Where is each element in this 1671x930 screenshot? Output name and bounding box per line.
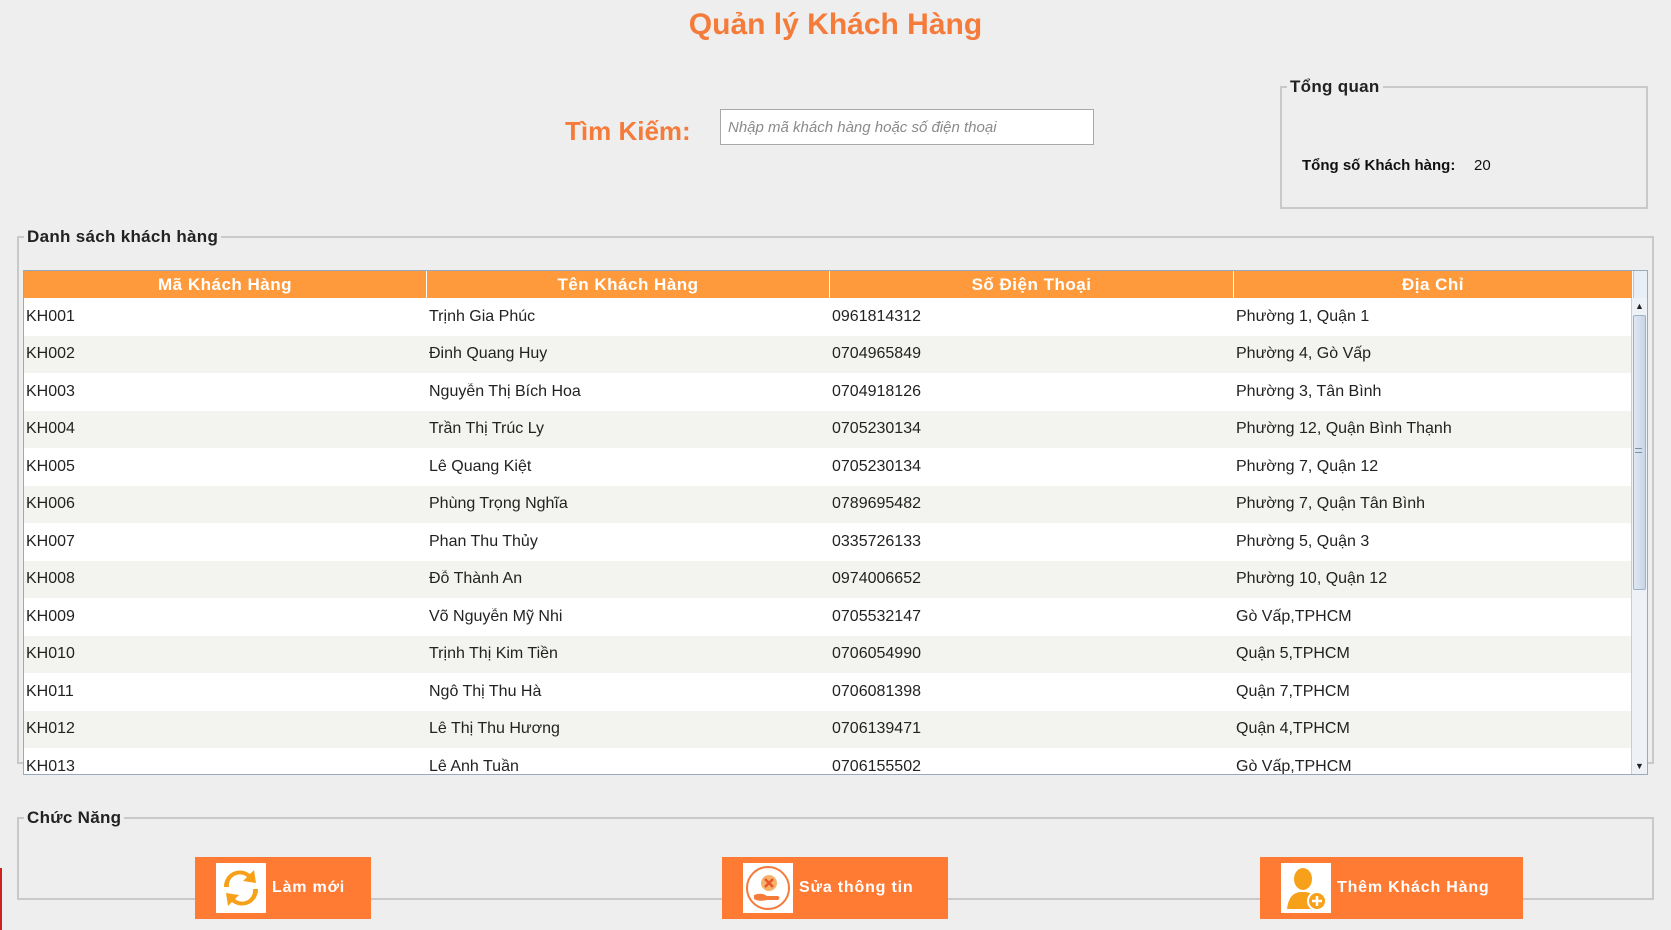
table-row[interactable]: KH013 Lê Anh Tuần 0706155502 Gò Vấp,TPHCM (24, 748, 1647, 775)
scroll-down-icon[interactable]: ▼ (1632, 758, 1647, 774)
cell-address: Phường 3, Tân Bình (1236, 382, 1382, 400)
cell-phone: 0789695482 (832, 495, 921, 513)
refresh-button[interactable]: Làm mới (195, 857, 371, 919)
search-input[interactable] (720, 109, 1094, 145)
cell-id: KH011 (26, 682, 74, 700)
edit-hand-icon (743, 863, 793, 913)
add-customer-button-label: Thêm Khách Hàng (1337, 879, 1490, 896)
cell-name: Võ Nguyễn Mỹ Nhi (429, 607, 563, 625)
cell-phone: 0704965849 (832, 345, 921, 363)
scrollbar-grip-icon (1635, 448, 1642, 453)
refresh-arrows-icon (216, 863, 266, 913)
cell-name: Trịnh Thị Kim Tiền (429, 645, 558, 663)
cell-address: Phường 12, Quận Bình Thạnh (1236, 420, 1452, 438)
cell-address: Phường 7, Quận Tân Bình (1236, 495, 1426, 513)
total-customers-row: Tổng số Khách hàng: 20 (1302, 157, 1491, 174)
cell-address: Phường 10, Quận 12 (1236, 570, 1388, 588)
cell-id: KH013 (26, 757, 75, 775)
add-customer-button[interactable]: Thêm Khách Hàng (1260, 857, 1523, 919)
table-row[interactable]: KH010 Trịnh Thị Kim Tiền 0706054990 Quận 5,… (24, 635, 1647, 673)
cell-address: Quận 7,TPHCM (1236, 682, 1350, 700)
edit-info-button[interactable]: Sửa thông tin (722, 857, 948, 919)
cell-name: Ngô Thị Thu Hà (429, 682, 542, 700)
cell-address: Gò Vấp,TPHCM (1236, 757, 1352, 775)
vertical-scrollbar[interactable]: ▲ ▼ (1631, 298, 1647, 774)
cell-name: Trần Thị Trúc Ly (429, 420, 544, 438)
add-user-icon (1281, 863, 1331, 913)
cell-address: Quận 5,TPHCM (1236, 645, 1350, 663)
cell-address: Phường 7, Quận 12 (1236, 457, 1379, 475)
table-row[interactable]: KH008 Đỗ Thành An 0974006652 Phường 10, Quậ… (24, 560, 1647, 598)
cell-name: Đinh Quang Huy (429, 345, 548, 363)
refresh-button-label: Làm mới (272, 879, 345, 896)
cell-name: Trịnh Gia Phúc (429, 307, 536, 325)
cell-address: Quận 4,TPHCM (1236, 720, 1350, 738)
cell-name: Lê Anh Tuần (429, 757, 519, 775)
cell-id: KH003 (26, 382, 75, 400)
table-row[interactable]: KH011 Ngô Thị Thu Hà 0706081398 Quận 7,TPHC… (24, 673, 1647, 711)
search-label: Tìm Kiếm: (565, 116, 691, 146)
functions-legend: Chức Năng (27, 808, 122, 827)
table-row[interactable]: KH009 Võ Nguyễn Mỹ Nhi 0705532147 Gò Vấp,TP… (24, 598, 1647, 636)
customer-list-panel: Danh sách khách hàng Mã Khách Hàng Tên K… (17, 227, 1654, 775)
customer-list-legend: Danh sách khách hàng (27, 227, 219, 246)
cell-phone: 0704918126 (832, 382, 921, 400)
cell-id: KH001 (26, 307, 75, 325)
cell-id: KH012 (26, 720, 75, 738)
cell-phone: 0706155502 (832, 757, 921, 775)
cell-name: Phùng Trọng Nghĩa (429, 495, 568, 513)
customer-table[interactable]: Mã Khách Hàng Tên Khách Hàng Số Điện Tho… (23, 270, 1648, 775)
cell-phone: 0335726133 (832, 532, 921, 550)
header-corner (1633, 271, 1647, 298)
cell-id: KH010 (26, 645, 75, 663)
column-header-id[interactable]: Mã Khách Hàng (24, 271, 427, 298)
scroll-up-icon[interactable]: ▲ (1632, 298, 1647, 314)
cell-id: KH008 (26, 570, 75, 588)
table-row[interactable]: KH007 Phan Thu Thủy 0335726133 Phường 5, Qu… (24, 523, 1647, 561)
cell-address: Phường 5, Quận 3 (1236, 532, 1370, 550)
cell-name: Đỗ Thành An (429, 570, 523, 588)
table-header: Mã Khách Hàng Tên Khách Hàng Số Điện Tho… (24, 271, 1647, 298)
cell-phone: 0705230134 (832, 457, 921, 475)
column-header-name[interactable]: Tên Khách Hàng (427, 271, 830, 298)
cell-id: KH007 (26, 532, 75, 550)
cell-phone: 0961814312 (832, 307, 921, 325)
cell-phone: 0705532147 (832, 607, 921, 625)
cell-id: KH005 (26, 457, 75, 475)
table-row[interactable]: KH005 Lê Quang Kiệt 0705230134 Phường 7, Qu… (24, 448, 1647, 486)
cell-name: Lê Quang Kiệt (429, 457, 532, 475)
overview-legend: Tổng quan (1290, 77, 1380, 96)
cell-phone: 0706081398 (832, 682, 921, 700)
table-row[interactable]: KH001 Trịnh Gia Phúc 0961814312 Phường 1, Q… (24, 298, 1647, 336)
page-title: Quản lý Khách Hàng (688, 8, 983, 41)
cell-id: KH009 (26, 607, 75, 625)
column-header-address[interactable]: Địa Chỉ (1234, 271, 1633, 298)
cell-id: KH004 (26, 420, 75, 438)
cell-id: KH002 (26, 345, 75, 363)
cell-phone: 0705230134 (832, 420, 921, 438)
table-body: KH001 Trịnh Gia Phúc 0961814312 Phường 1, Q… (24, 298, 1647, 775)
table-row[interactable]: KH012 Lê Thị Thu Hương 0706139471 Quận 4,TP… (24, 710, 1647, 748)
table-row[interactable]: KH006 Phùng Trọng Nghĩa 0789695482 Phường 7… (24, 485, 1647, 523)
table-row[interactable]: KH002 Đinh Quang Huy 0704965849 Phường 4, G… (24, 335, 1647, 373)
cell-phone: 0974006652 (832, 570, 921, 588)
window-edge-marker (0, 868, 2, 930)
functions-panel: Chức Năng Làm mới Sửa thông tin Thêm Khá… (17, 808, 1654, 919)
total-customers-label: Tổng số Khách hàng: (1302, 157, 1456, 174)
column-header-phone[interactable]: Số Điện Thoại (830, 271, 1234, 298)
overview-panel: Tổng quan Tổng số Khách hàng: 20 (1280, 77, 1648, 209)
table-row[interactable]: KH004 Trần Thị Trúc Ly 0705230134 Phường 12… (24, 410, 1647, 448)
cell-name: Nguyễn Thị Bích Hoa (429, 382, 581, 400)
cell-phone: 0706139471 (832, 720, 921, 738)
table-row[interactable]: KH003 Nguyễn Thị Bích Hoa 0704918126 Phường… (24, 373, 1647, 411)
cell-phone: 0706054990 (832, 645, 921, 663)
cell-name: Lê Thị Thu Hương (429, 720, 560, 738)
edit-info-button-label: Sửa thông tin (799, 879, 914, 896)
cell-address: Phường 1, Quận 1 (1236, 307, 1370, 325)
cell-address: Gò Vấp,TPHCM (1236, 607, 1352, 625)
cell-name: Phan Thu Thủy (429, 532, 538, 550)
cell-id: KH006 (26, 495, 75, 513)
cell-address: Phường 4, Gò Vấp (1236, 345, 1372, 363)
total-customers-value: 20 (1474, 157, 1491, 174)
